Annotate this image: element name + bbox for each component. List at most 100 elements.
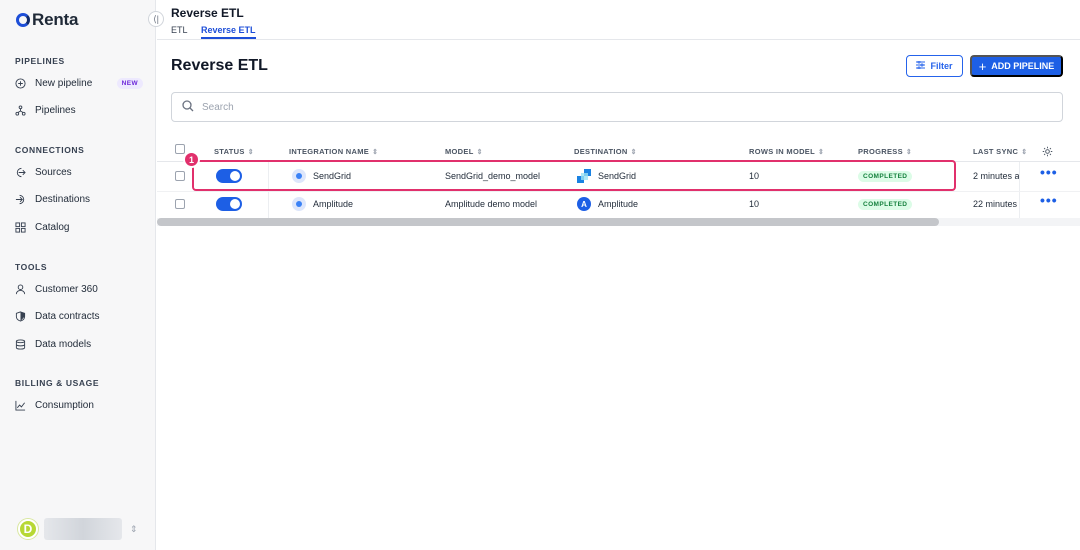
section-label-connections: CONNECTIONS: [15, 145, 85, 155]
column-header-last-sync[interactable]: LAST SYNC ⇕: [973, 147, 1027, 156]
sidebar-item-data-contracts[interactable]: Data contracts: [15, 306, 143, 326]
last-sync-cell: 2 minutes ago: [973, 171, 1019, 181]
sidebar-item-label: Pipelines: [35, 104, 76, 116]
search-input[interactable]: [202, 101, 1002, 113]
column-label: PROGRESS: [858, 147, 903, 156]
new-badge: NEW: [116, 77, 143, 89]
sidebar-item-consumption[interactable]: Consumption: [15, 395, 143, 415]
settings-gear-icon[interactable]: [1042, 145, 1053, 160]
column-label: ROWS IN MODEL: [749, 147, 815, 156]
sidebar-item-data-models[interactable]: Data models: [15, 334, 143, 354]
more-options-icon[interactable]: •••: [1040, 164, 1058, 180]
header-title: Reverse ETL: [171, 6, 244, 20]
search-icon: [182, 99, 194, 115]
sidebar-item-pipelines[interactable]: Pipelines: [15, 100, 143, 120]
chart-line-icon: [15, 400, 26, 411]
select-all-checkbox[interactable]: [175, 144, 185, 154]
status-badge: COMPLETED: [858, 199, 913, 210]
column-label: LAST SYNC: [973, 147, 1019, 156]
column-label: DESTINATION: [574, 147, 628, 156]
column-label: INTEGRATION NAME: [289, 147, 370, 156]
sort-icon: ⇕: [476, 148, 483, 156]
integration-name: Amplitude: [313, 199, 354, 209]
sort-icon: ⇕: [372, 148, 379, 156]
sources-icon: [15, 167, 26, 178]
section-label-billing: BILLING & USAGE: [15, 378, 100, 388]
model-cell: Amplitude demo model: [445, 199, 538, 209]
sidebar-item-label: Data contracts: [35, 310, 100, 322]
user-icon: [15, 283, 26, 295]
sidebar-item-label: Sources: [35, 166, 72, 178]
sidebar-item-customer-360[interactable]: Customer 360: [15, 279, 143, 299]
collapse-sidebar-button[interactable]: ⟨|: [148, 11, 164, 27]
destinations-icon: [15, 194, 26, 205]
chevron-updown-icon: ⇕: [130, 523, 138, 534]
grid-icon: [15, 221, 26, 233]
add-pipeline-label: ADD PIPELINE: [991, 61, 1055, 71]
amplitude-icon: A: [577, 197, 591, 211]
step-marker: 1: [183, 151, 200, 168]
sort-icon: ⇕: [1021, 148, 1028, 156]
row-divider: [157, 191, 1080, 192]
user-menu[interactable]: D ⇕: [18, 518, 138, 540]
sort-icon: ⇕: [905, 148, 913, 156]
destination-name: Amplitude: [598, 199, 639, 209]
sidebar-item-catalog[interactable]: Catalog: [15, 217, 143, 237]
plus-circle-icon: [15, 77, 26, 89]
collapse-icon: ⟨|: [153, 13, 159, 24]
column-header-destination[interactable]: DESTINATION ⇕: [574, 147, 637, 156]
section-label-pipelines: PIPELINES: [15, 56, 65, 66]
tab-reverse-etl[interactable]: Reverse ETL: [201, 25, 256, 39]
page-title: Reverse ETL: [171, 57, 268, 74]
sidebar-item-label: Destinations: [35, 193, 91, 205]
search-box[interactable]: [171, 92, 1063, 122]
section-label-tools: TOOLS: [15, 262, 48, 272]
column-header-status[interactable]: STATUS ⇕: [214, 147, 254, 156]
sidebar: Renta PIPELINES New pipeline NEW Pipelin…: [0, 0, 156, 550]
column-header-rows-in-model[interactable]: ROWS IN MODEL ⇕: [749, 147, 824, 156]
column-divider: [1019, 162, 1020, 218]
sidebar-item-new-pipeline[interactable]: New pipeline NEW: [15, 73, 143, 93]
status-toggle[interactable]: [216, 197, 242, 211]
avatar: D: [18, 519, 38, 539]
user-name-redacted: [44, 518, 122, 540]
more-options-icon[interactable]: •••: [1040, 192, 1058, 208]
integration-name-cell[interactable]: Amplitude: [292, 196, 353, 212]
column-label: STATUS: [214, 147, 245, 156]
row-checkbox[interactable]: [175, 199, 185, 209]
plus-icon: +: [978, 58, 987, 74]
page-header: Reverse ETL ETL Reverse ETL: [157, 0, 1080, 40]
filter-label: Filter: [930, 61, 953, 71]
logo[interactable]: Renta: [16, 10, 78, 30]
column-header-integration-name[interactable]: INTEGRATION NAME ⇕: [289, 147, 378, 156]
tab-etl[interactable]: ETL: [171, 25, 188, 35]
shield-icon: [15, 310, 26, 322]
sidebar-item-sources[interactable]: Sources: [15, 162, 143, 182]
destination-cell: A Amplitude: [577, 196, 638, 212]
horizontal-scrollbar-thumb[interactable]: [157, 218, 939, 226]
filter-button[interactable]: Filter: [906, 55, 963, 77]
row-checkbox[interactable]: [175, 171, 185, 181]
column-header-progress[interactable]: PROGRESS ⇕: [858, 147, 912, 156]
highlight-box: [192, 160, 956, 191]
column-header-model[interactable]: MODEL ⇕: [445, 147, 483, 156]
database-icon: [15, 338, 26, 350]
sort-icon: ⇕: [630, 148, 637, 156]
renta-logo-icon: [16, 13, 30, 27]
sidebar-item-destinations[interactable]: Destinations: [15, 189, 143, 209]
column-label: MODEL: [445, 147, 474, 156]
integration-icon: [292, 197, 306, 211]
sort-icon: ⇕: [247, 148, 254, 156]
filter-icon: [916, 60, 926, 71]
pipelines-icon: [15, 104, 26, 116]
sidebar-item-label: Consumption: [35, 399, 94, 411]
sidebar-item-label: New pipeline: [35, 77, 93, 89]
sidebar-item-label: Data models: [35, 338, 92, 350]
rows-in-model-cell: 10: [749, 199, 760, 209]
sidebar-item-label: Catalog: [35, 221, 70, 233]
sort-icon: ⇕: [817, 148, 825, 156]
logo-text: Renta: [32, 10, 79, 29]
sidebar-item-label: Customer 360: [35, 283, 98, 295]
last-sync-cell: 22 minutes ago: [973, 199, 1019, 209]
add-pipeline-button[interactable]: + ADD PIPELINE: [970, 55, 1063, 77]
